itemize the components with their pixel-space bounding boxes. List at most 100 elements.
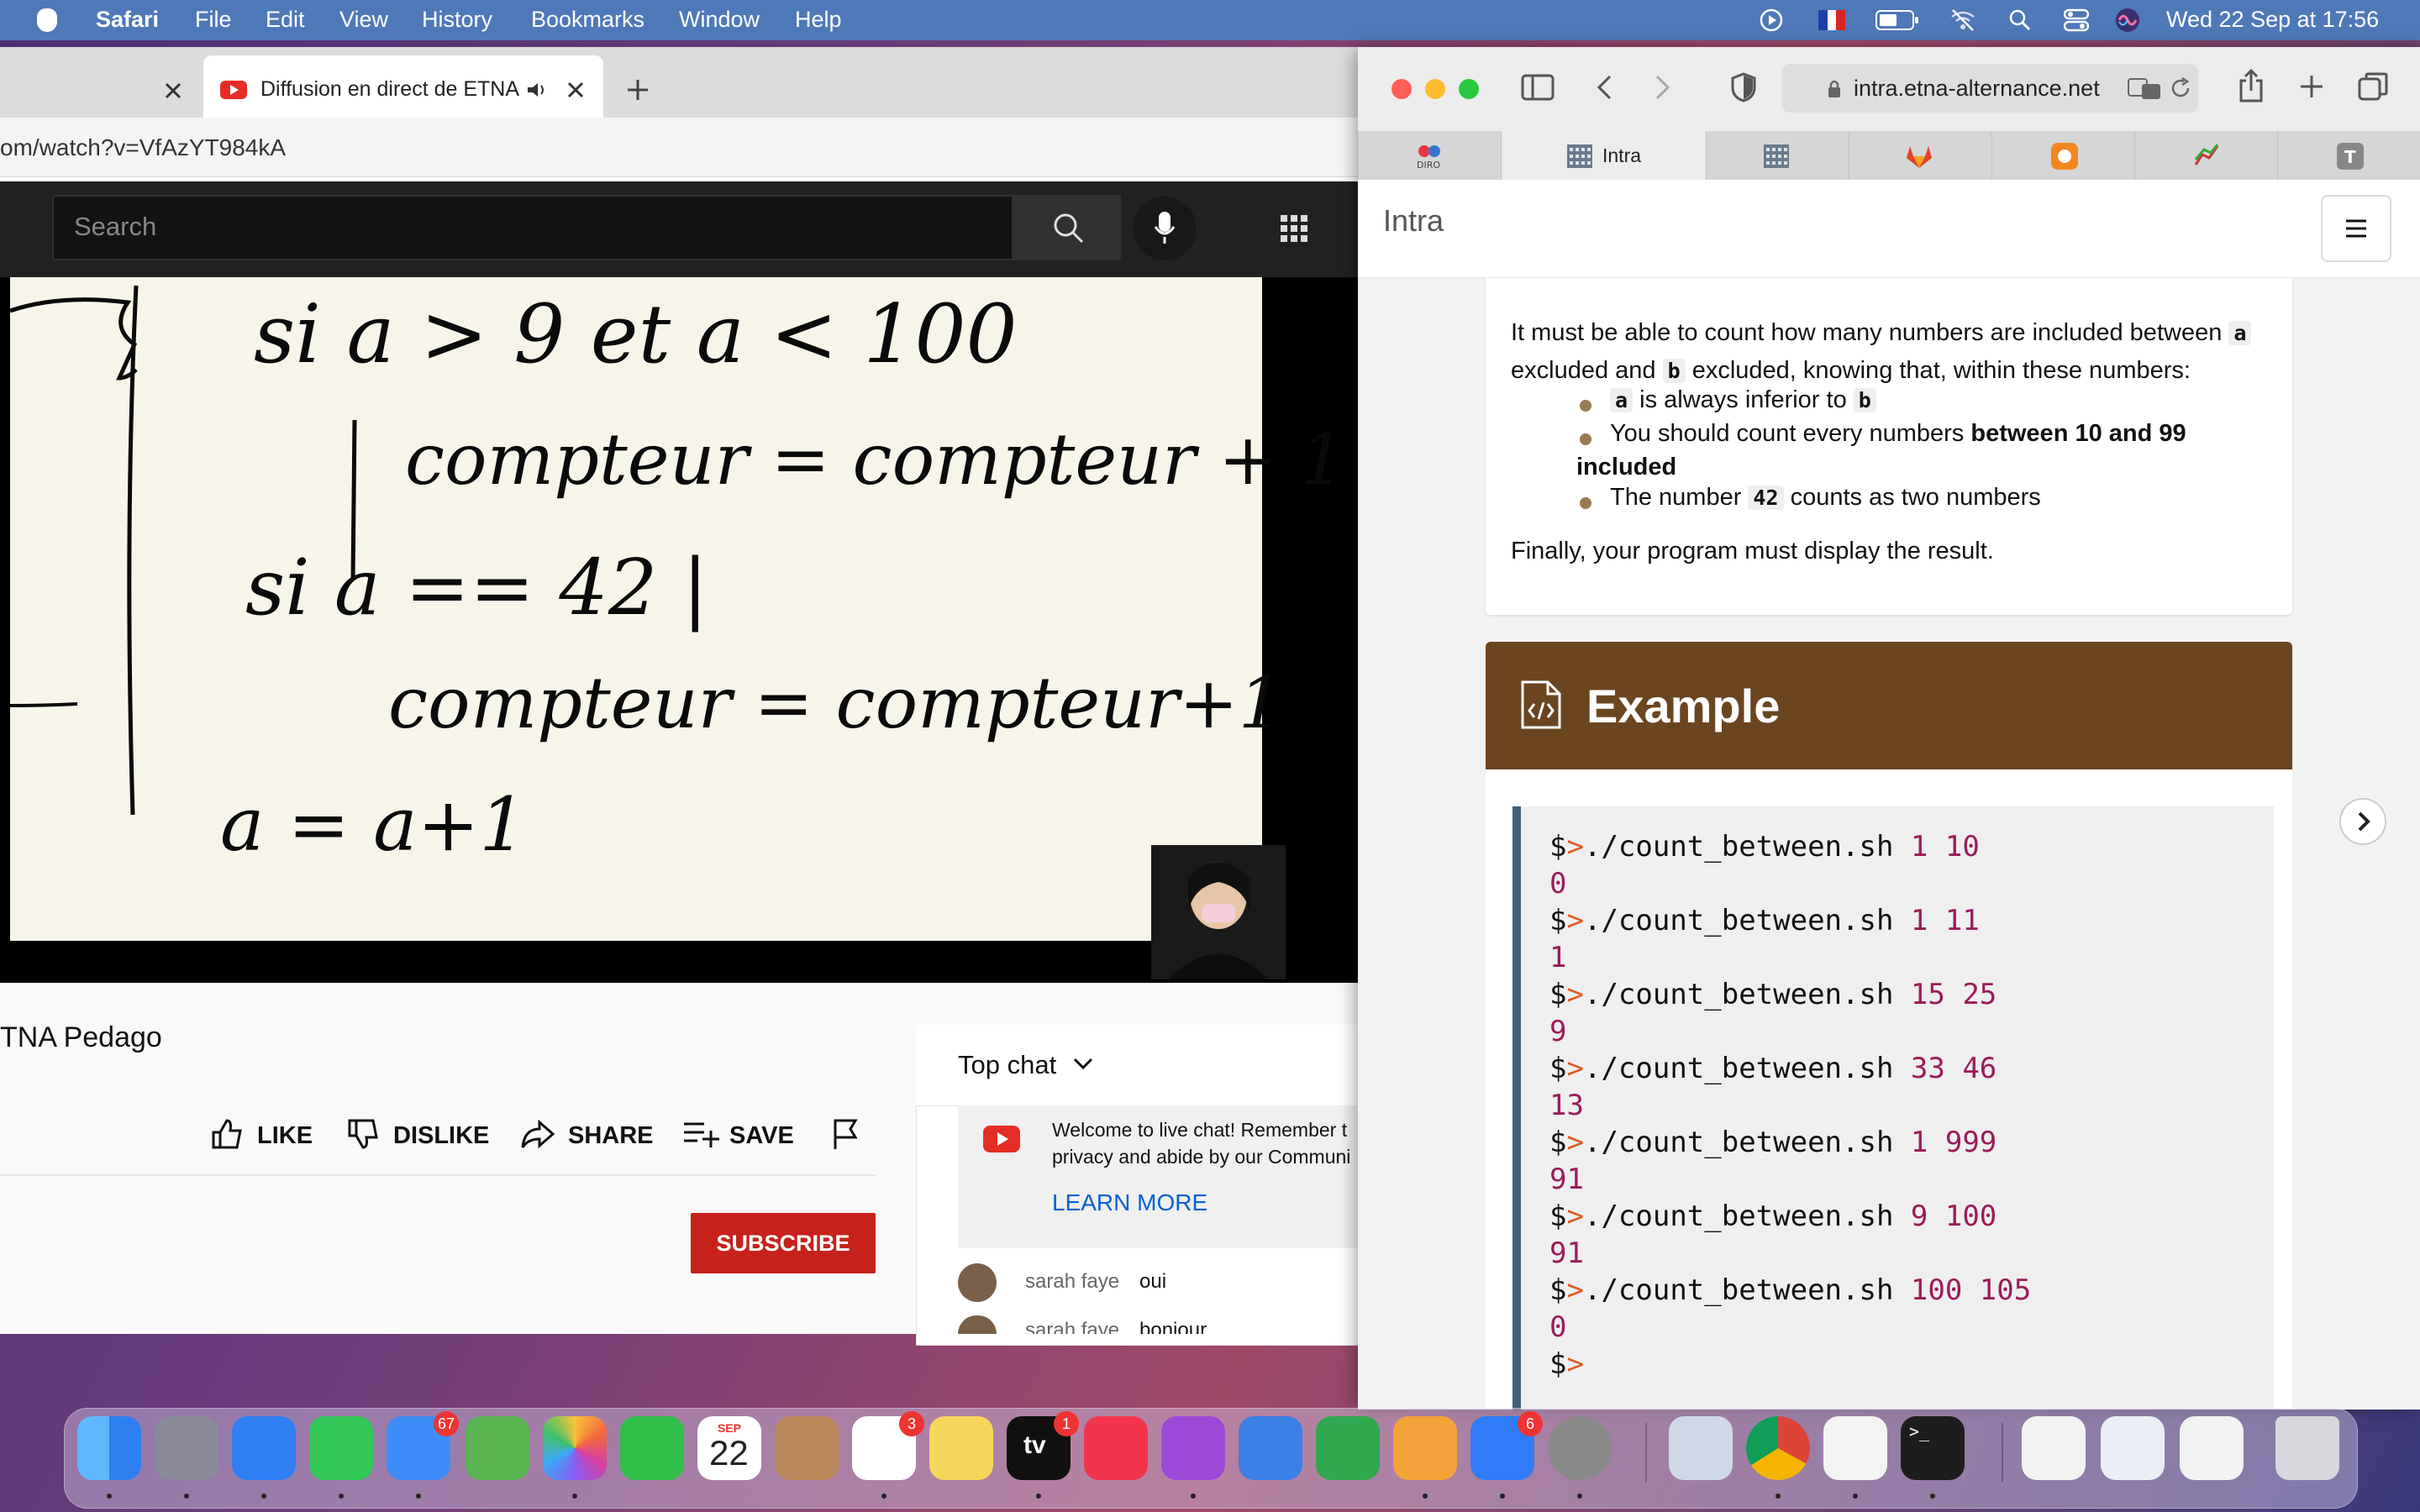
command-text: ./count_between.sh [1583,1273,1894,1307]
menu-app-name[interactable]: Safari [96,7,159,33]
reload-icon[interactable] [2170,77,2191,99]
share-icon[interactable] [2238,69,2264,102]
textedit-icon[interactable] [1823,1416,1887,1480]
like-icon[interactable] [210,1117,244,1151]
flag-fr-icon[interactable] [1818,10,1845,30]
youtube-search-input[interactable]: Search [52,195,1013,260]
share-icon[interactable] [519,1117,556,1151]
facetime-icon[interactable] [620,1416,684,1480]
channel-name[interactable]: TNA Pedago [0,1021,162,1054]
chevron-down-icon[interactable] [1072,1057,1094,1072]
tab-etna-2[interactable] [1706,131,1849,180]
prompt-arrow: > [1566,1200,1584,1233]
search-icon[interactable] [2008,8,2032,32]
new-tab-icon[interactable] [2299,74,2324,99]
command-args: 15 25 [1910,978,1997,1011]
maps-icon[interactable] [466,1416,529,1480]
speaker-icon[interactable] [526,81,548,99]
appletv-label: tv [1023,1431,1046,1459]
menu-window[interactable]: Window [679,7,760,33]
pages-icon[interactable] [1393,1416,1457,1480]
notes-icon[interactable] [929,1416,993,1480]
subscribe-button[interactable]: SUBSCRIBE [691,1213,876,1273]
play-circle-icon[interactable] [1760,8,1783,32]
wifi-off-icon[interactable] [1949,8,1976,32]
battery-icon[interactable] [1876,10,1919,30]
notification-badge: 67 [434,1411,459,1436]
music-icon[interactable] [1084,1416,1148,1480]
hamburger-menu-button[interactable] [2321,195,2391,262]
flag-report-icon[interactable] [832,1117,860,1151]
tab-intra[interactable]: Intra [1501,131,1706,180]
chat-welcome-message: Welcome to live chat! Remember t privacy… [958,1105,1370,1248]
running-indicator [339,1494,344,1499]
minimize-window-button[interactable] [1425,79,1445,99]
contacts-icon[interactable] [775,1416,839,1480]
bar-drawing [350,420,357,580]
save-button[interactable]: SAVE [729,1122,794,1150]
tab-t[interactable]: T [2277,131,2420,180]
menu-bookmarks[interactable]: Bookmarks [531,7,644,33]
menu-view[interactable]: View [339,7,388,33]
dock-separator [1645,1423,1647,1482]
apps-grid-icon[interactable] [1279,213,1309,244]
save-icon[interactable] [682,1119,719,1149]
tab-gitlab[interactable] [1849,131,1991,180]
window-thumb-icon[interactable] [2101,1416,2165,1480]
tab-diro[interactable]: DIRO [1358,131,1501,180]
menu-edit[interactable]: Edit [266,7,305,33]
new-tab-icon[interactable] [625,77,650,102]
next-arrow-button[interactable] [2338,796,2388,847]
tab-youtube[interactable]: Diffusion en direct de ETNA [203,55,603,118]
translate-icon[interactable] [2128,76,2161,101]
photos-icon[interactable] [543,1416,607,1480]
tab-overview-icon[interactable] [2358,72,2388,101]
dislike-button[interactable]: DISLIKE [393,1122,489,1150]
youtube-icon [220,81,247,99]
url-text[interactable]: om/watch?v=VfAzYT984kA [0,134,286,161]
close-tab-icon[interactable] [566,81,585,99]
preview-icon[interactable] [1669,1416,1733,1480]
prompt-dollar: $ [1549,1126,1567,1159]
safari-icon[interactable] [232,1416,296,1480]
youtube-search-button[interactable] [1013,195,1121,260]
keynote-icon[interactable] [1239,1416,1302,1480]
forward-icon[interactable] [1652,74,1672,101]
podcasts-icon[interactable] [1161,1416,1225,1480]
voice-search-button[interactable] [1133,197,1197,260]
tab-orange-app[interactable] [1991,131,2134,180]
sidebar-icon[interactable] [1521,74,1555,101]
chrome-icon[interactable] [1746,1416,1810,1480]
share-button[interactable]: SHARE [568,1122,654,1150]
learn-more-link[interactable]: LEARN MORE [1052,1189,1207,1216]
chat-filter-label[interactable]: Top chat [958,1050,1056,1080]
launchpad-icon[interactable] [155,1416,218,1480]
window-thumb-icon[interactable] [2022,1416,2086,1480]
shield-icon[interactable] [1731,72,1756,102]
like-button[interactable]: LIKE [257,1122,313,1150]
menu-help[interactable]: Help [795,7,842,33]
numbers-icon[interactable] [1316,1416,1380,1480]
zoom-window-button[interactable] [1459,79,1479,99]
siri-icon[interactable] [2114,7,2141,34]
messages-icon[interactable] [309,1416,373,1480]
trash-icon[interactable] [2275,1416,2339,1480]
dislike-icon[interactable] [346,1117,380,1151]
running-indicator [1500,1494,1505,1499]
close-tab-icon[interactable] [163,81,183,101]
url-text[interactable]: intra.etna-alternance.net [1854,76,2100,102]
right-address-bar[interactable]: intra.etna-alternance.net [1781,64,2198,113]
window-thumb-icon[interactable] [2180,1416,2244,1480]
menu-history[interactable]: History [422,7,492,33]
settings-icon[interactable] [1548,1416,1612,1480]
finder-icon[interactable] [77,1416,141,1480]
menu-datetime[interactable]: Wed 22 Sep at 17:56 [2166,7,2379,33]
back-icon[interactable] [1595,74,1615,101]
tab-chart-app[interactable] [2134,131,2277,180]
t-icon: T [2337,143,2364,170]
apple-icon[interactable] [37,8,57,32]
close-window-button[interactable] [1392,79,1412,99]
menu-file[interactable]: File [195,7,232,33]
left-address-bar[interactable]: om/watch?v=VfAzYT984kA [0,118,1358,177]
control-center-icon[interactable] [2064,8,2089,32]
